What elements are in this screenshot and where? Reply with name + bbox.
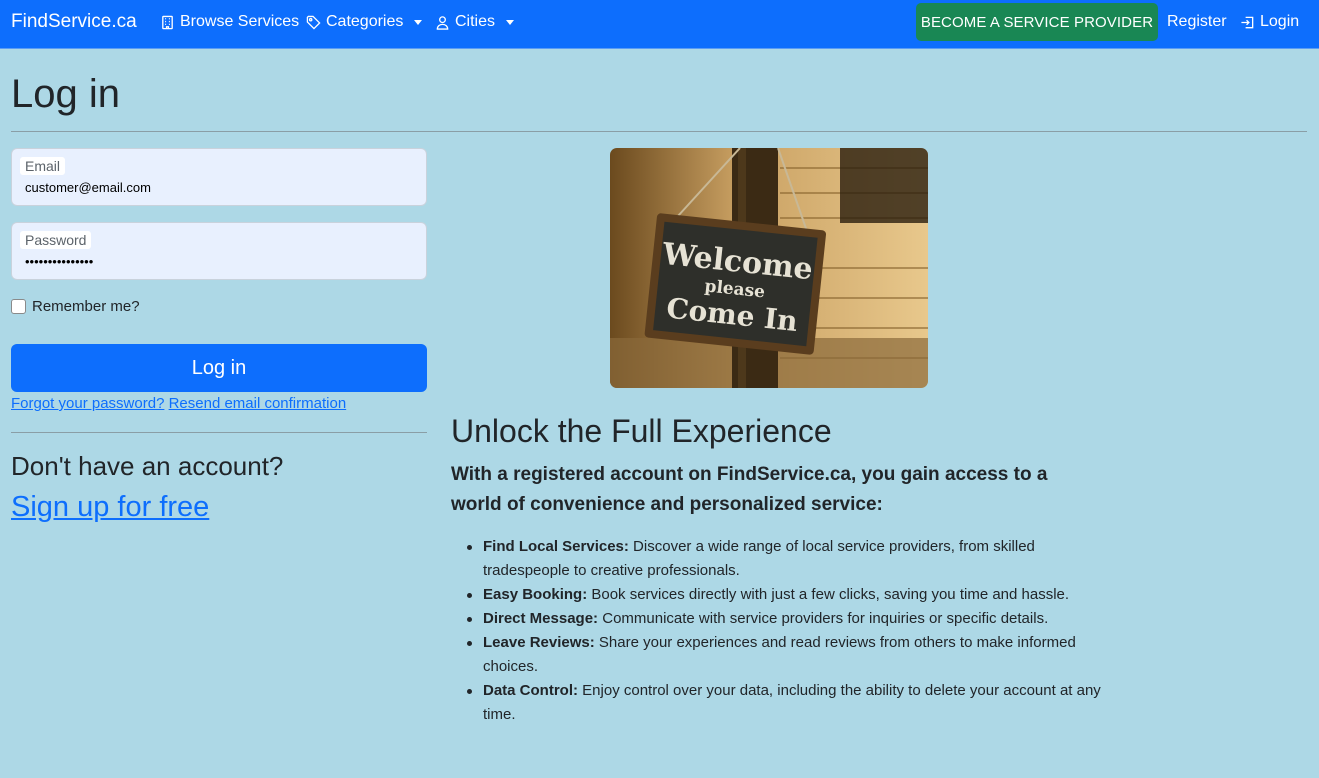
nav-register-label: Register	[1167, 13, 1227, 30]
nav-browse-label: Browse Services	[180, 13, 300, 30]
divider	[11, 131, 1307, 132]
chevron-down-icon	[414, 19, 423, 25]
signup-link[interactable]: Sign up for free	[11, 491, 209, 524]
benefit-title: Direct Message:	[483, 610, 599, 627]
nav-login-label: Login	[1260, 13, 1300, 30]
list-item: Easy Booking: Book services directly wit…	[467, 583, 1103, 607]
benefit-title: Easy Booking:	[483, 586, 588, 603]
forgot-password-link[interactable]: Forgot your password?	[11, 395, 164, 412]
unlock-intro: With a registered account on FindService…	[451, 464, 1048, 515]
email-value: customer@email.com	[25, 180, 151, 195]
nav-cities-dropdown[interactable]: Cities	[435, 13, 515, 31]
nav-register-link[interactable]: Register	[1167, 13, 1227, 31]
become-provider-button[interactable]: BECOME A SERVICE PROVIDER	[916, 3, 1158, 41]
email-label: Email	[20, 157, 66, 175]
benefit-title: Find Local Services:	[483, 538, 629, 555]
list-item: Find Local Services: Discover a wide ran…	[467, 535, 1103, 583]
list-item: Data Control: Enjoy control over your da…	[467, 679, 1103, 727]
nav-categories-label: Categories	[326, 13, 404, 30]
benefit-title: Data Control:	[483, 682, 578, 699]
nav-cities-label: Cities	[455, 13, 496, 30]
password-field[interactable]: Password •••••••••••••••	[11, 222, 427, 280]
nav-categories-dropdown[interactable]: Categories	[306, 13, 423, 31]
top-navbar: FindService.ca Browse Services Categorie…	[0, 0, 1319, 49]
building-icon	[162, 15, 173, 29]
unlock-title: Unlock the Full Experience	[451, 413, 832, 449]
login-icon	[1241, 16, 1254, 28]
tag-icon	[306, 15, 321, 30]
password-value: •••••••••••••••	[25, 254, 94, 269]
person-icon	[436, 15, 449, 30]
nav-browse-services[interactable]: Browse Services	[160, 13, 299, 31]
welcome-image: Welcome please Come In	[610, 148, 928, 388]
benefit-text: Book services directly with just a few c…	[587, 586, 1070, 603]
resend-confirmation-link[interactable]: Resend email confirmation	[169, 395, 347, 412]
remember-checkbox[interactable]	[11, 299, 26, 314]
nav-login-link[interactable]: Login	[1240, 13, 1299, 31]
password-label: Password	[20, 231, 92, 249]
chevron-down-icon	[506, 19, 515, 25]
remember-me: Remember me?	[11, 298, 140, 315]
list-item: Leave Reviews: Share your experiences an…	[467, 631, 1103, 679]
benefit-text: Communicate with service providers for i…	[598, 610, 1049, 627]
benefits-list: Find Local Services: Discover a wide ran…	[467, 535, 1103, 727]
welcome-sign-illustration: Welcome please Come In	[610, 148, 928, 388]
benefit-title: Leave Reviews:	[483, 634, 595, 651]
divider	[11, 432, 427, 433]
brand-link[interactable]: FindService.ca	[11, 11, 137, 33]
email-field[interactable]: Email customer@email.com	[11, 148, 427, 206]
remember-label[interactable]: Remember me?	[32, 298, 140, 315]
list-item: Direct Message: Communicate with service…	[467, 607, 1103, 631]
page-title: Log in	[11, 72, 120, 116]
account-links: Forgot your password? Resend email confi…	[11, 395, 346, 412]
no-account-heading: Don't have an account?	[11, 451, 284, 481]
login-button[interactable]: Log in	[11, 344, 427, 392]
